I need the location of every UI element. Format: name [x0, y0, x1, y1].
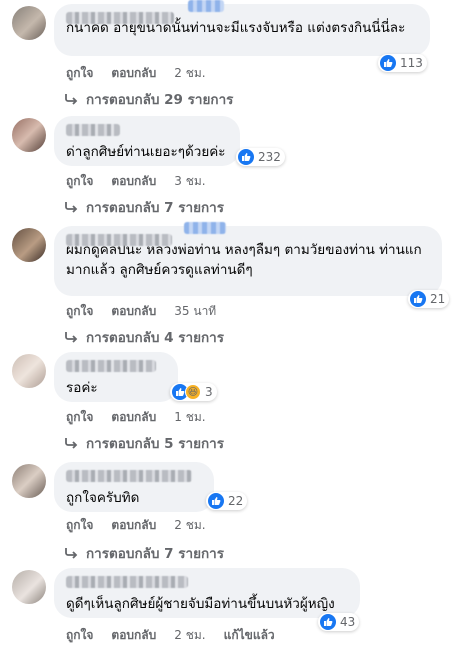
reply-arrow-icon [65, 438, 78, 449]
reaction-count: 21 [430, 292, 446, 306]
reaction-count: 43 [340, 615, 356, 629]
reply-button[interactable]: ตอบกลับ [111, 626, 156, 645]
author-name-blurred[interactable] [66, 360, 156, 372]
author-name-blurred[interactable] [66, 222, 226, 246]
comment-actions: ถูกใจ ตอบกลับ 2 ชม. [66, 516, 224, 535]
timestamp[interactable]: 2 ชม. [174, 516, 205, 535]
replies-count-label: การตอบกลับ 7 รายการ [86, 546, 225, 562]
like-button[interactable]: ถูกใจ [66, 302, 93, 321]
view-replies-link[interactable]: การตอบกลับ 29 รายการ [64, 88, 233, 110]
reply-button[interactable]: ตอบกลับ [111, 516, 156, 535]
thumbs-up-icon [208, 493, 224, 509]
like-button[interactable]: ถูกใจ [66, 64, 93, 83]
reaction-summary[interactable]: 22 [206, 492, 248, 510]
comment-bubble: รอค่ะ [54, 352, 178, 402]
replies-count-label: การตอบกลับ 4 รายการ [86, 330, 225, 346]
timestamp[interactable]: 35 นาที [174, 302, 216, 321]
author-name-blurred[interactable] [66, 470, 192, 482]
replies-count-label: การตอบกลับ 29 รายการ [86, 92, 234, 108]
author-name-blurred[interactable] [66, 576, 188, 588]
avatar[interactable] [12, 464, 46, 498]
comment-actions: ถูกใจ ตอบกลับ 35 นาที [66, 302, 234, 321]
reaction-count: 3 [205, 385, 213, 399]
timestamp[interactable]: 3 ชม. [174, 172, 205, 191]
comment-actions: ถูกใจ ตอบกลับ 2 ชม. แก้ไขแล้ว [66, 626, 275, 645]
reply-button[interactable]: ตอบกลับ [111, 408, 156, 427]
replies-count-label: การตอบกลับ 7 รายการ [86, 200, 225, 216]
author-name-blurred[interactable] [66, 124, 120, 136]
like-button[interactable]: ถูกใจ [66, 408, 93, 427]
reaction-count: 232 [258, 150, 281, 164]
laugh-icon: 😆 [185, 384, 201, 400]
thumbs-up-icon [380, 55, 396, 71]
view-replies-link[interactable]: การตอบกลับ 4 รายการ [64, 326, 224, 348]
view-replies-link[interactable]: การตอบกลับ 5 รายการ [64, 432, 224, 454]
reply-arrow-icon [65, 548, 78, 559]
comment-actions: ถูกใจ ตอบกลับ 3 ชม. [66, 172, 224, 191]
timestamp[interactable]: 2 ชม. [174, 64, 205, 83]
like-button[interactable]: ถูกใจ [66, 516, 93, 535]
edited-label[interactable]: แก้ไขแล้ว [224, 626, 275, 645]
comment-text: ผมก็ดูคลิปนะ หลวงพ่อท่าน หลงๆลืมๆ ตามวัย… [66, 242, 422, 278]
comment-bubble: ถูกใจครับทิด [54, 462, 214, 512]
comment-actions: ถูกใจ ตอบกลับ 2 ชม. [66, 64, 224, 83]
reaction-summary[interactable]: 113 [378, 54, 427, 72]
avatar[interactable] [12, 570, 46, 604]
reaction-summary[interactable]: 43 [318, 613, 360, 631]
timestamp[interactable]: 2 ชม. [174, 626, 205, 645]
comment-bubble: ผมก็ดูคลิปนะ หลวงพ่อท่าน หลงๆลืมๆ ตามวัย… [54, 222, 442, 296]
reply-arrow-icon [65, 94, 78, 105]
replies-count-label: การตอบกลับ 5 รายการ [86, 436, 225, 452]
reaction-count: 22 [228, 494, 244, 508]
comment-text: ด่าลูกศิษย์ท่านเยอะๆด้วยค่ะ [66, 144, 226, 160]
reaction-summary[interactable]: 21 [408, 290, 450, 308]
reply-arrow-icon [65, 332, 78, 343]
reply-button[interactable]: ตอบกลับ [111, 64, 156, 83]
thumbs-up-icon [238, 149, 254, 165]
thumbs-up-icon [410, 291, 426, 307]
timestamp[interactable]: 1 ชม. [174, 408, 205, 427]
comment-text: รอค่ะ [66, 380, 98, 396]
like-button[interactable]: ถูกใจ [66, 172, 93, 191]
comment-actions: ถูกใจ ตอบกลับ 1 ชม. [66, 408, 224, 427]
like-button[interactable]: ถูกใจ [66, 626, 93, 645]
reply-arrow-icon [65, 202, 78, 213]
comment-bubble: ดูดีๆเห็นลูกศิษย์ผู้ชายจับมือท่านขึ้นบนห… [54, 568, 360, 618]
avatar[interactable] [12, 118, 46, 152]
avatar[interactable] [12, 228, 46, 262]
reaction-summary[interactable]: 232 [236, 148, 285, 166]
comment-bubble: ด่าลูกศิษย์ท่านเยอะๆด้วยค่ะ [54, 116, 240, 166]
author-name-blurred[interactable] [66, 0, 224, 24]
reply-button[interactable]: ตอบกลับ [111, 172, 156, 191]
reply-button[interactable]: ตอบกลับ [111, 302, 156, 321]
avatar[interactable] [12, 354, 46, 388]
reaction-summary[interactable]: 😆 3 [170, 383, 217, 401]
comment-text: ถูกใจครับทิด [66, 490, 140, 506]
view-replies-link[interactable]: การตอบกลับ 7 รายการ [64, 542, 224, 564]
view-replies-link[interactable]: การตอบกลับ 7 รายการ [64, 196, 224, 218]
thumbs-up-icon [320, 614, 336, 630]
comment-text: ดูดีๆเห็นลูกศิษย์ผู้ชายจับมือท่านขึ้นบนห… [66, 596, 335, 612]
comment-bubble: ก็น่าคิด อายุขนาดนั้นท่านจะมีแรงจับหรือ … [54, 0, 430, 56]
reaction-count: 113 [400, 56, 423, 70]
avatar[interactable] [12, 6, 46, 40]
